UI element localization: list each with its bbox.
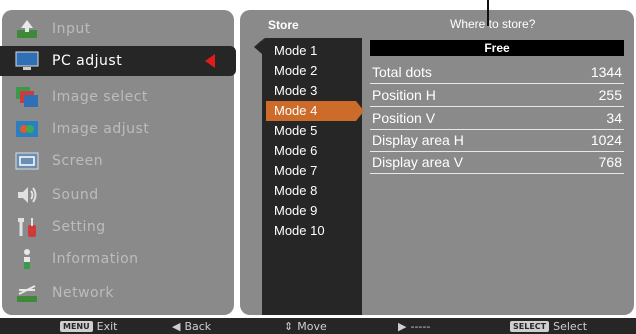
slot-status: Free [370,40,624,56]
right-arrow-icon: ▶ [398,320,407,333]
detail-key: Position H [372,87,436,103]
mode-item-6[interactable]: Mode 6 [274,141,356,161]
nav-select-label: Select [553,320,588,333]
nav-exit[interactable]: MENU Exit [60,320,117,333]
nav-next: ▶ ----- [398,320,430,333]
detail-key: Display area H [372,132,464,148]
mode-item-4-selected[interactable]: Mode 4 [266,101,356,121]
menu-item-network[interactable]: Network [0,278,232,308]
detail-row-position-v: Position V 34 [370,108,624,130]
detail-key: Display area V [372,154,464,170]
mode-list-notch [254,40,262,54]
image-adjust-icon [14,116,40,142]
menu-item-information[interactable]: Information [0,244,232,274]
menu-item-label: Setting [52,219,106,235]
nav-next-label: ----- [410,320,431,333]
store-title: Store [268,18,299,32]
information-icon [14,246,40,272]
detail-row-display-area-v: Display area V 768 [370,152,624,174]
left-arrow-icon: ◀ [172,320,181,333]
menu-item-sound[interactable]: Sound [0,180,232,210]
menu-item-label: Image adjust [52,121,150,137]
select-key-icon: SELECT [510,321,550,332]
pc-adjust-icon [14,48,40,74]
mode-item-5[interactable]: Mode 5 [274,121,356,141]
image-select-icon [14,84,40,110]
projector-osd: Input PC adjust Image select Image adjus… [0,0,636,334]
nav-move[interactable]: ⇕ Move [284,320,327,333]
menu-key-icon: MENU [60,321,93,332]
sound-icon [14,182,40,208]
menu-item-screen[interactable]: Screen [0,146,232,176]
selection-tip [356,101,364,121]
detail-value: 1024 [590,132,622,148]
active-marker-icon [205,54,215,68]
menu-item-image-adjust[interactable]: Image adjust [0,114,232,144]
up-down-arrow-icon: ⇕ [284,320,294,333]
pointer-line [487,0,489,26]
detail-row-total-dots: Total dots 1344 [370,62,624,84]
where-to-store-prompt: Where to store? [450,17,536,31]
nav-back-label: Back [184,320,212,333]
menu-item-image-select[interactable]: Image select [0,82,232,112]
detail-row-display-area-h: Display area H 1024 [370,130,624,152]
detail-value: 255 [598,87,622,103]
detail-value: 768 [598,154,622,170]
mode-item-7[interactable]: Mode 7 [274,161,356,181]
menu-item-pc-adjust[interactable]: PC adjust [0,46,236,76]
nav-exit-label: Exit [96,320,118,333]
menu-item-label: Network [52,285,114,301]
mode-item-8[interactable]: Mode 8 [274,181,356,201]
mode-item-1[interactable]: Mode 1 [274,41,356,61]
menu-item-label: Sound [52,187,99,203]
detail-row-position-h: Position H 255 [370,85,624,107]
detail-value: 1344 [590,64,622,80]
nav-move-label: Move [297,320,327,333]
nav-select[interactable]: SELECT Select [510,320,587,333]
mode-item-10[interactable]: Mode 10 [274,221,356,241]
detail-key: Position V [372,110,436,126]
mode-item-3[interactable]: Mode 3 [274,81,356,101]
network-icon [14,280,40,306]
menu-item-label: Information [52,251,139,267]
menu-item-label: PC adjust [52,53,123,69]
mode-item-9[interactable]: Mode 9 [274,201,356,221]
detail-key: Total dots [372,64,432,80]
setting-icon [14,214,40,240]
screen-icon [14,148,40,174]
detail-value: 34 [606,110,622,126]
menu-item-label: Input [52,21,91,37]
input-icon [14,16,40,42]
menu-item-input[interactable]: Input [0,14,232,44]
menu-item-label: Image select [52,89,148,105]
nav-back[interactable]: ◀ Back [172,320,211,333]
mode-item-2[interactable]: Mode 2 [274,61,356,81]
menu-item-label: Screen [52,153,104,169]
menu-item-setting[interactable]: Setting [0,212,232,242]
